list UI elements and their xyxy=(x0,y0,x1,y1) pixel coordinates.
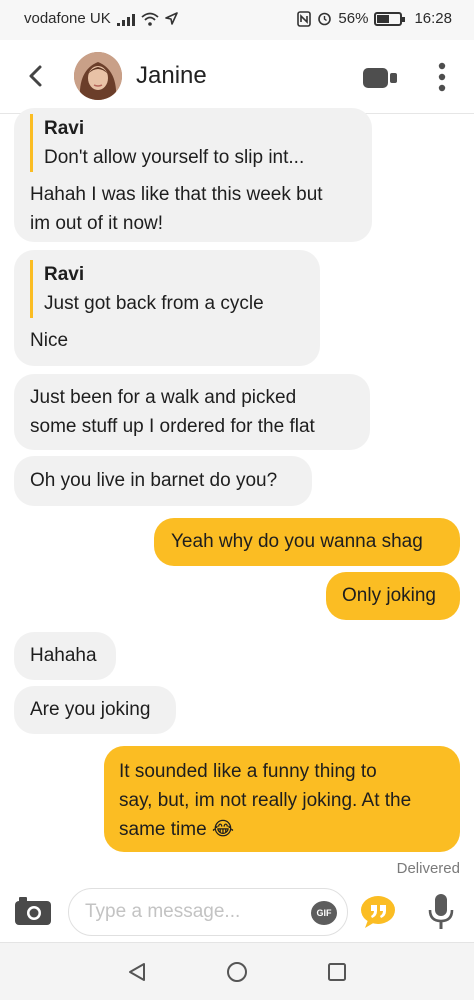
message-text: Are you joking xyxy=(30,699,151,720)
message-input[interactable] xyxy=(85,901,285,923)
message-text: It sounded like a funny thing to xyxy=(119,761,377,782)
back-chevron-icon[interactable] xyxy=(22,62,50,90)
message-composer: GIF xyxy=(0,882,474,942)
gif-label: GIF xyxy=(316,908,332,918)
quoted-text: Don't allow yourself to slip int... xyxy=(44,147,305,168)
message-incoming[interactable]: Oh you live in barnet do you? xyxy=(14,456,312,506)
message-outgoing[interactable]: It sounded like a funny thing to say, bu… xyxy=(104,746,460,852)
gif-icon[interactable]: GIF xyxy=(311,901,337,925)
message-incoming[interactable]: Just been for a walk and picked some stu… xyxy=(14,374,370,450)
message-text: Only joking xyxy=(342,585,436,606)
message-text: say, but, im not really joking. At the xyxy=(119,790,412,811)
quoted-text: Just got back from a cycle xyxy=(44,293,264,314)
message-text: same time 😂 xyxy=(119,819,235,840)
quote-icon[interactable] xyxy=(358,894,402,930)
message-text: Hahaha xyxy=(30,645,97,666)
contact-name[interactable]: Janine xyxy=(136,62,207,90)
message-incoming[interactable]: Are you joking xyxy=(14,686,176,734)
wifi-icon xyxy=(141,12,159,26)
nfc-icon xyxy=(297,10,312,27)
message-incoming[interactable]: Ravi Just got back from a cycle Nice xyxy=(14,250,320,366)
message-list[interactable]: Ravi Don't allow yourself to slip int...… xyxy=(0,108,474,882)
location-arrow-icon xyxy=(164,12,178,25)
battery-icon xyxy=(374,11,406,26)
quoted-sender: Ravi xyxy=(44,264,85,285)
message-outgoing[interactable]: Yeah why do you wanna shag xyxy=(154,518,460,566)
message-text: im out of it now! xyxy=(30,213,164,234)
system-nav-bar xyxy=(0,942,474,1000)
clock: 16:28 xyxy=(414,10,452,27)
status-bar: vodafone UK 56% 16:28 xyxy=(0,0,474,40)
nav-back-icon[interactable] xyxy=(126,961,148,983)
message-text: Yeah why do you wanna shag xyxy=(171,531,423,552)
quoted-reply[interactable]: Ravi Just got back from a cycle xyxy=(30,260,304,318)
camera-icon[interactable] xyxy=(14,894,52,926)
message-text: Hahah I was like that this week but xyxy=(30,184,323,205)
message-text: Oh you live in barnet do you? xyxy=(30,470,278,491)
nav-home-icon[interactable] xyxy=(226,961,248,983)
delivery-status: Delivered xyxy=(396,860,460,877)
video-call-icon[interactable] xyxy=(362,66,398,90)
message-incoming[interactable]: Hahaha xyxy=(14,632,116,680)
nav-recents-icon[interactable] xyxy=(326,961,348,983)
battery-percentage: 56% xyxy=(338,10,369,27)
signal-icon xyxy=(116,12,135,26)
message-text: some stuff up I ordered for the flat xyxy=(30,416,315,437)
carrier-name: vodafone UK xyxy=(24,10,111,27)
message-text: Just been for a walk and picked xyxy=(30,387,297,408)
alarm-icon xyxy=(318,12,332,26)
microphone-icon[interactable] xyxy=(426,892,456,932)
chat-header: Janine xyxy=(0,40,474,114)
quoted-sender: Ravi xyxy=(44,118,85,139)
quoted-reply[interactable]: Ravi Don't allow yourself to slip int... xyxy=(30,114,356,172)
message-outgoing[interactable]: Only joking xyxy=(326,572,460,620)
message-incoming[interactable]: Ravi Don't allow yourself to slip int...… xyxy=(14,108,372,242)
avatar[interactable] xyxy=(74,52,122,100)
more-vertical-icon[interactable] xyxy=(430,60,454,94)
message-text: Nice xyxy=(30,330,69,351)
message-input-container[interactable]: GIF xyxy=(68,888,348,936)
